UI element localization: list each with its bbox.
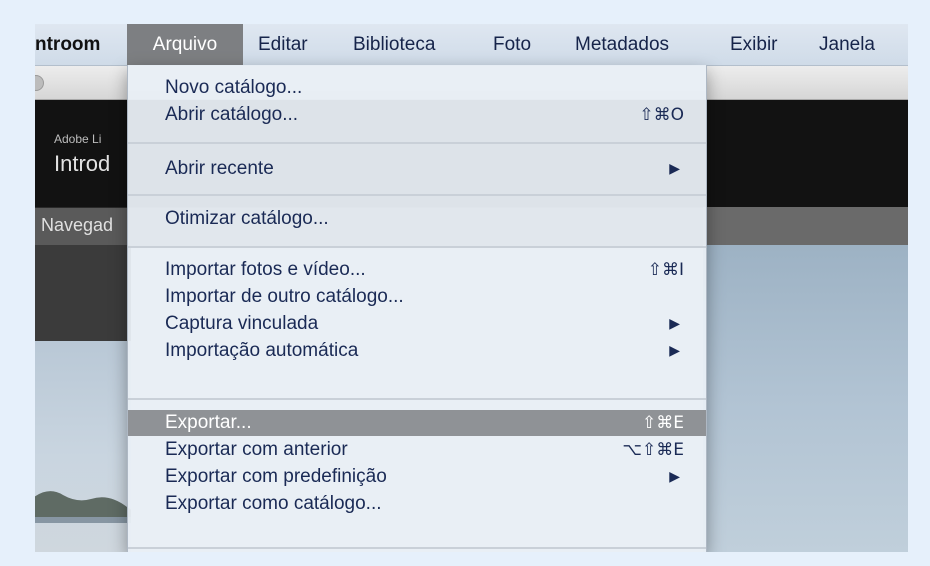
shortcut-label: ⇧⌘I xyxy=(647,260,684,280)
menu-separator xyxy=(128,246,706,248)
menu-biblioteca[interactable]: Biblioteca xyxy=(353,24,435,65)
menu-exibir[interactable]: Exibir xyxy=(730,24,778,65)
menu-separator xyxy=(128,142,706,144)
menu-item-exportar[interactable]: Exportar... ⇧⌘E xyxy=(128,410,706,436)
menu-item-label: Otimizar catálogo... xyxy=(165,208,329,229)
menu-item-label: Importação automática xyxy=(165,340,359,361)
menu-foto[interactable]: Foto xyxy=(493,24,531,65)
navigator-panel-label[interactable]: Navegad xyxy=(41,210,131,240)
menu-janela[interactable]: Janela xyxy=(819,24,875,65)
submenu-arrow-icon: ▶ xyxy=(669,316,680,332)
window-close-button[interactable] xyxy=(35,75,44,91)
menu-arquivo[interactable]: Arquivo xyxy=(127,24,243,65)
menu-item-novo-catalogo[interactable]: Novo catálogo... xyxy=(128,75,706,101)
shortcut-label: ⌥⇧⌘E xyxy=(622,440,684,460)
shortcut-label: ⇧⌘O xyxy=(639,105,684,125)
menu-item-otimizar-catalogo[interactable]: Otimizar catálogo... xyxy=(128,206,706,232)
submenu-arrow-icon: ▶ xyxy=(669,469,680,485)
menu-editar[interactable]: Editar xyxy=(258,24,308,65)
menu-item-exportar-como-catalogo[interactable]: Exportar como catálogo... xyxy=(128,491,706,517)
submenu-arrow-icon: ▶ xyxy=(669,343,680,359)
menu-item-label: Exportar com anterior xyxy=(165,439,348,460)
menu-item-importacao-automatica[interactable]: Importação automática ▶ xyxy=(128,338,706,364)
menu-item-label: Importar de outro catálogo... xyxy=(165,286,404,307)
menu-item-captura-vinculada[interactable]: Captura vinculada ▶ xyxy=(128,311,706,337)
navigator-panel xyxy=(35,245,131,341)
menu-item-exportar-com-predefinicao[interactable]: Exportar com predefinição ▶ xyxy=(128,464,706,490)
photo-preview-left xyxy=(35,341,131,552)
menu-separator xyxy=(128,547,706,549)
menu-item-importar-fotos[interactable]: Importar fotos e vídeo... ⇧⌘I xyxy=(128,257,706,283)
submenu-arrow-icon: ▶ xyxy=(669,161,680,177)
menu-separator xyxy=(128,398,706,400)
menu-item-label: Abrir catálogo... xyxy=(165,104,299,125)
photo-preview-main xyxy=(703,245,908,552)
toolbar-strip xyxy=(703,207,908,245)
menu-item-label: Novo catálogo... xyxy=(165,77,303,98)
menu-item-label: Exportar com predefinição xyxy=(165,466,387,487)
menu-item-abrir-catalogo[interactable]: Abrir catálogo... ⇧⌘O xyxy=(128,102,706,128)
menu-bar: ntroom Arquivo Editar Biblioteca Foto Me… xyxy=(35,24,908,66)
menu-item-exportar-com-anterior[interactable]: Exportar com anterior ⌥⇧⌘E xyxy=(128,437,706,463)
menu-item-label: Importar fotos e vídeo... xyxy=(165,259,366,280)
menu-metadados[interactable]: Metadados xyxy=(575,24,669,65)
menu-item-label: Abrir recente xyxy=(165,158,274,179)
menu-item-importar-outro-catalogo[interactable]: Importar de outro catálogo... xyxy=(128,284,706,310)
arquivo-dropdown-menu: Novo catálogo... Abrir catálogo... ⇧⌘O A… xyxy=(127,65,707,552)
menu-item-label: Exportar como catálogo... xyxy=(165,493,382,514)
menu-item-label: Captura vinculada xyxy=(165,313,319,334)
screenshot: Adobe Li Introd Navegad ntroom Arquivo E… xyxy=(35,24,908,552)
island-silhouette xyxy=(35,491,131,523)
menu-app-lightroom[interactable]: ntroom xyxy=(35,24,100,65)
catalog-title: Introd xyxy=(54,151,111,176)
menu-separator xyxy=(128,194,706,196)
lightroom-brand-label: Adobe Li xyxy=(54,132,102,146)
menu-item-label: Exportar... xyxy=(165,412,252,433)
shortcut-label: ⇧⌘E xyxy=(642,413,684,433)
menu-item-abrir-recente[interactable]: Abrir recente ▶ xyxy=(128,156,706,182)
